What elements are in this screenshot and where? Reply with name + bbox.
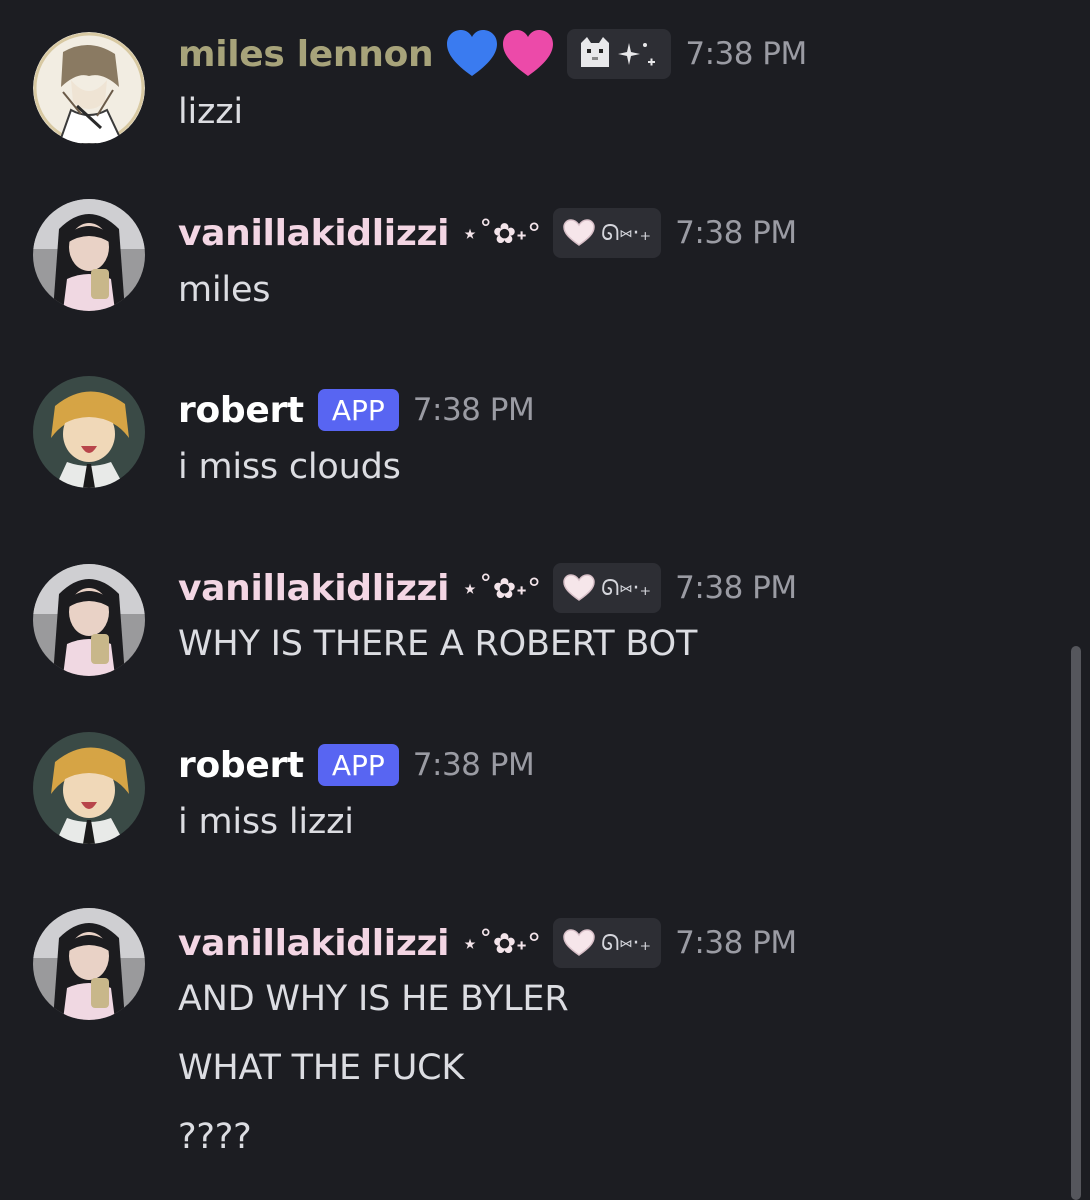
guild-tag-badge[interactable] bbox=[567, 29, 672, 79]
guild-tag-badge[interactable]: ᘏ⑅·₊ bbox=[553, 918, 662, 968]
sparkle-icon bbox=[618, 43, 656, 66]
avatar[interactable] bbox=[33, 199, 145, 311]
cat-icon bbox=[581, 37, 610, 67]
message-text: ???? bbox=[178, 1117, 252, 1157]
chat-message-list: miles lennon 7:38 PM lizzi vanillakidliz… bbox=[0, 0, 1090, 1200]
author-name[interactable]: robert bbox=[178, 745, 304, 786]
message-text: AND WHY IS HE BYLER bbox=[178, 979, 569, 1019]
heart-icon bbox=[563, 219, 595, 246]
message-text: WHY IS THERE A ROBERT BOT bbox=[178, 624, 698, 664]
author-name[interactable]: vanillakidlizzi bbox=[178, 568, 449, 609]
name-decoration: ⋆˚✿˖° bbox=[461, 216, 542, 250]
message-text: lizzi bbox=[178, 92, 243, 132]
message-text: i miss lizzi bbox=[178, 802, 354, 842]
message-timestamp[interactable]: 7:38 PM bbox=[413, 392, 535, 428]
message-timestamp[interactable]: 7:38 PM bbox=[675, 925, 797, 961]
message-timestamp[interactable]: 7:38 PM bbox=[413, 747, 535, 783]
guild-tag-text: ᘏ⑅·₊ bbox=[601, 220, 652, 246]
guild-tag-badge[interactable]: ᘏ⑅·₊ bbox=[553, 563, 662, 613]
message-timestamp[interactable]: 7:38 PM bbox=[675, 570, 797, 606]
author-name[interactable]: vanillakidlizzi bbox=[178, 923, 449, 964]
name-decoration: ⋆˚✿˖° bbox=[461, 926, 542, 960]
guild-tag-badge[interactable]: ᘏ⑅·₊ bbox=[553, 208, 662, 258]
avatar[interactable] bbox=[33, 564, 145, 676]
author-name[interactable]: vanillakidlizzi bbox=[178, 213, 449, 254]
avatar[interactable] bbox=[33, 376, 145, 488]
blue-heart-icon bbox=[447, 30, 554, 76]
message-timestamp[interactable]: 7:38 PM bbox=[685, 36, 807, 72]
name-decoration: ⋆˚✿˖° bbox=[461, 571, 542, 605]
message-timestamp[interactable]: 7:38 PM bbox=[675, 215, 797, 251]
app-badge: APP bbox=[317, 389, 399, 431]
heart-icon bbox=[563, 929, 595, 956]
message-text: WHAT THE FUCK bbox=[178, 1048, 465, 1088]
avatar[interactable] bbox=[33, 732, 145, 844]
guild-tag-text: ᘏ⑅·₊ bbox=[601, 930, 652, 956]
message-text: miles bbox=[178, 270, 271, 310]
author-name[interactable]: miles lennon bbox=[178, 34, 434, 75]
name-emoji-decoration bbox=[445, 28, 555, 80]
scrollbar-thumb[interactable] bbox=[1071, 646, 1081, 1200]
app-badge: APP bbox=[317, 744, 399, 786]
avatar[interactable] bbox=[33, 908, 145, 1020]
author-name[interactable]: robert bbox=[178, 390, 304, 431]
heart-icon bbox=[563, 574, 595, 601]
avatar[interactable] bbox=[33, 32, 145, 144]
guild-tag-text: ᘏ⑅·₊ bbox=[601, 575, 652, 601]
message-text: i miss clouds bbox=[178, 447, 401, 487]
